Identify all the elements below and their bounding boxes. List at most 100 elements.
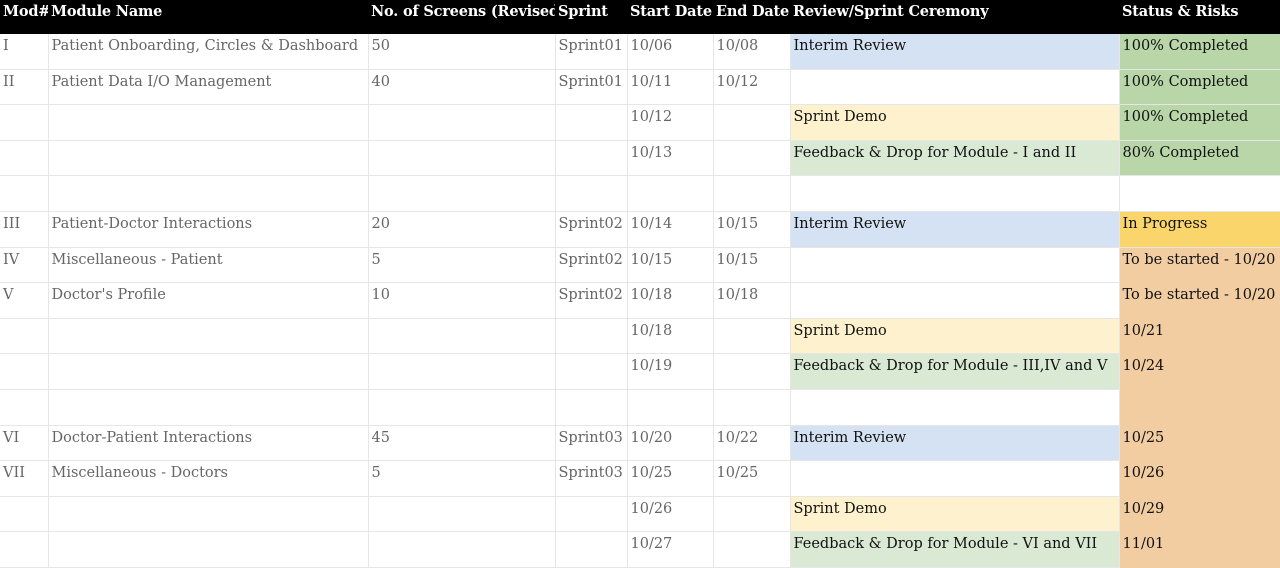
sprint-cell[interactable] (555, 353, 628, 390)
screens-cell[interactable] (368, 389, 556, 426)
module-name-cell[interactable]: Patient Onboarding, Circles & Dashboard (48, 34, 369, 70)
mod-cell[interactable] (0, 140, 49, 177)
ceremony-cell[interactable]: Interim Review (790, 34, 1120, 70)
mod-cell[interactable]: VI (0, 425, 49, 462)
ceremony-cell[interactable]: Feedback & Drop for Module - I and II (790, 140, 1120, 177)
end-date-cell[interactable]: 10/12 (713, 69, 791, 106)
col-header-screens[interactable]: No. of Screens (Revised) (368, 0, 555, 34)
status-cell[interactable]: To be started - 10/20 (1119, 247, 1280, 284)
ceremony-cell[interactable]: Sprint Demo (790, 104, 1120, 141)
ceremony-cell[interactable] (790, 282, 1120, 319)
status-cell[interactable] (1119, 175, 1280, 212)
sprint-cell[interactable] (555, 531, 628, 568)
status-cell[interactable]: 10/21 (1119, 318, 1280, 355)
module-name-cell[interactable] (48, 496, 369, 533)
sprint-cell[interactable]: Sprint02 (555, 247, 628, 284)
end-date-cell[interactable] (713, 496, 791, 533)
start-date-cell[interactable]: 10/27 (627, 531, 714, 568)
screens-cell[interactable] (368, 531, 556, 568)
module-name-cell[interactable] (48, 318, 369, 355)
mod-cell[interactable] (0, 104, 49, 141)
end-date-cell[interactable] (713, 318, 791, 355)
screens-cell[interactable] (368, 318, 556, 355)
screens-cell[interactable]: 50 (368, 34, 556, 70)
module-name-cell[interactable]: Doctor's Profile (48, 282, 369, 319)
status-cell[interactable]: To be started - 10/20 (1119, 282, 1280, 319)
screens-cell[interactable] (368, 140, 556, 177)
screens-cell[interactable] (368, 353, 556, 390)
col-header-mod[interactable]: Mod# (0, 0, 48, 34)
status-cell[interactable]: 11/01 (1119, 531, 1280, 568)
module-name-cell[interactable]: Patient Data I/O Management (48, 69, 369, 106)
sprint-cell[interactable]: Sprint02 (555, 211, 628, 248)
start-date-cell[interactable]: 10/19 (627, 353, 714, 390)
status-cell[interactable]: 100% Completed (1119, 69, 1280, 106)
mod-cell[interactable] (0, 496, 49, 533)
ceremony-cell[interactable]: Interim Review (790, 425, 1120, 462)
status-cell[interactable]: In Progress (1119, 211, 1280, 248)
module-name-cell[interactable] (48, 175, 369, 212)
start-date-cell[interactable] (627, 389, 714, 426)
sprint-cell[interactable] (555, 104, 628, 141)
end-date-cell[interactable] (713, 175, 791, 212)
mod-cell[interactable]: VII (0, 460, 49, 497)
col-header-end-date[interactable]: End Date (713, 0, 790, 34)
end-date-cell[interactable]: 10/25 (713, 460, 791, 497)
screens-cell[interactable]: 5 (368, 460, 556, 497)
start-date-cell[interactable]: 10/12 (627, 104, 714, 141)
module-name-cell[interactable] (48, 353, 369, 390)
end-date-cell[interactable]: 10/08 (713, 34, 791, 70)
sprint-cell[interactable]: Sprint03 (555, 425, 628, 462)
ceremony-cell[interactable] (790, 460, 1120, 497)
start-date-cell[interactable]: 10/18 (627, 282, 714, 319)
start-date-cell[interactable]: 10/20 (627, 425, 714, 462)
status-cell[interactable]: 80% Completed (1119, 140, 1280, 177)
end-date-cell[interactable] (713, 353, 791, 390)
start-date-cell[interactable] (627, 175, 714, 212)
status-cell[interactable]: 10/26 (1119, 460, 1280, 497)
end-date-cell[interactable] (713, 140, 791, 177)
status-cell[interactable]: 10/29 (1119, 496, 1280, 533)
ceremony-cell[interactable]: Interim Review (790, 211, 1120, 248)
status-cell[interactable]: 10/24 (1119, 353, 1280, 390)
start-date-cell[interactable]: 10/11 (627, 69, 714, 106)
mod-cell[interactable] (0, 353, 49, 390)
mod-cell[interactable]: IV (0, 247, 49, 284)
screens-cell[interactable]: 45 (368, 425, 556, 462)
status-cell[interactable]: 100% Completed (1119, 104, 1280, 141)
col-header-status[interactable]: Status & Risks (1119, 0, 1280, 34)
module-name-cell[interactable]: Patient-Doctor Interactions (48, 211, 369, 248)
ceremony-cell[interactable] (790, 69, 1120, 106)
end-date-cell[interactable] (713, 104, 791, 141)
col-header-module-name[interactable]: Module Name (48, 0, 368, 34)
status-cell[interactable] (1119, 389, 1280, 426)
end-date-cell[interactable] (713, 389, 791, 426)
end-date-cell[interactable]: 10/22 (713, 425, 791, 462)
col-header-ceremony[interactable]: Review/Sprint Ceremony (790, 0, 1119, 34)
start-date-cell[interactable]: 10/18 (627, 318, 714, 355)
ceremony-cell[interactable]: Sprint Demo (790, 496, 1120, 533)
ceremony-cell[interactable]: Feedback & Drop for Module - III,IV and … (790, 353, 1120, 390)
module-name-cell[interactable] (48, 140, 369, 177)
col-header-sprint[interactable]: Sprint (555, 0, 627, 34)
sprint-cell[interactable] (555, 140, 628, 177)
sprint-cell[interactable]: Sprint02 (555, 282, 628, 319)
status-cell[interactable]: 100% Completed (1119, 34, 1280, 70)
start-date-cell[interactable]: 10/14 (627, 211, 714, 248)
col-header-start-date[interactable]: Start Date (627, 0, 713, 34)
module-name-cell[interactable] (48, 531, 369, 568)
screens-cell[interactable]: 5 (368, 247, 556, 284)
start-date-cell[interactable]: 10/26 (627, 496, 714, 533)
sprint-cell[interactable] (555, 389, 628, 426)
mod-cell[interactable] (0, 389, 49, 426)
mod-cell[interactable] (0, 531, 49, 568)
mod-cell[interactable]: II (0, 69, 49, 106)
end-date-cell[interactable] (713, 531, 791, 568)
module-name-cell[interactable] (48, 389, 369, 426)
start-date-cell[interactable]: 10/13 (627, 140, 714, 177)
mod-cell[interactable]: V (0, 282, 49, 319)
end-date-cell[interactable]: 10/15 (713, 247, 791, 284)
sprint-cell[interactable] (555, 175, 628, 212)
screens-cell[interactable]: 20 (368, 211, 556, 248)
ceremony-cell[interactable] (790, 247, 1120, 284)
